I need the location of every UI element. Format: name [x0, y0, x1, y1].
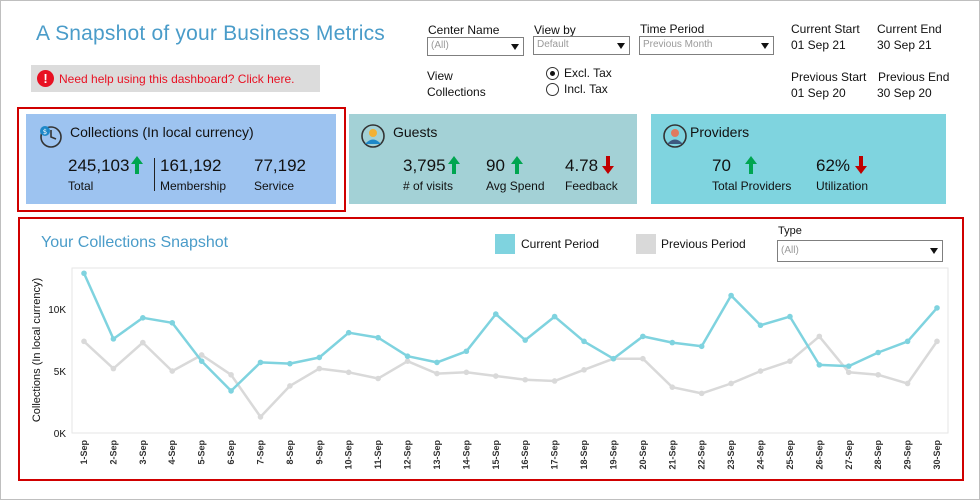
help-link[interactable]: ! Need help using this dashboard? Click …	[31, 65, 320, 92]
arrow-up-icon	[131, 156, 144, 174]
svg-text:$: $	[43, 128, 47, 136]
collections-membership: 161,192 Membership	[160, 156, 226, 193]
divider	[154, 158, 155, 191]
providers-total-label: Total Providers	[712, 179, 792, 193]
guests-feedback: 4.78 Feedback	[565, 156, 618, 193]
collections-membership-label: Membership	[160, 179, 227, 193]
center-name-value: (All)	[431, 40, 449, 51]
providers-card[interactable]: Providers 70 Total Providers 62% Utiliza…	[651, 114, 946, 204]
incl-tax-radio[interactable]: Incl. Tax	[546, 82, 608, 96]
guests-visits: 3,795 # of visits	[403, 156, 460, 193]
providers-total-value: 70	[712, 156, 731, 175]
chevron-down-icon	[617, 43, 625, 49]
guests-spend-value: 90	[486, 156, 505, 175]
collections-card[interactable]: $ Collections (In local currency) 245,10…	[26, 114, 336, 204]
view-by-value: Default	[537, 39, 569, 50]
chart-title: Your Collections Snapshot	[41, 234, 229, 251]
guests-feedback-value: 4.78	[565, 156, 599, 175]
arrow-down-icon	[602, 156, 615, 174]
excl-tax-label: Excl. Tax	[564, 66, 612, 80]
type-label: Type	[778, 225, 802, 237]
coin-clock-icon: $	[40, 126, 62, 148]
current-start-value: 01 Sep 21	[791, 38, 846, 52]
alert-icon: !	[37, 70, 54, 87]
collections-total: 245,103 Total	[68, 156, 144, 193]
radio-unselected-icon	[546, 82, 559, 96]
current-end-label: Current End	[877, 22, 942, 36]
collections-total-value: 245,103	[68, 156, 130, 175]
excl-tax-radio[interactable]: Excl. Tax	[546, 66, 612, 80]
type-value: (All)	[781, 245, 799, 256]
providers-util-value: 62%	[816, 156, 851, 175]
legend-swatch-current	[495, 234, 515, 254]
page-title: A Snapshot of your Business Metrics	[36, 22, 385, 45]
arrow-up-icon	[447, 156, 460, 174]
collections-service-value: 77,192	[254, 156, 306, 175]
view-collections-label-2: Collections	[427, 85, 486, 99]
arrow-down-icon	[855, 156, 868, 174]
center-name-select[interactable]: (All)	[427, 37, 524, 56]
current-start-label: Current Start	[791, 22, 860, 36]
previous-end-value: 30 Sep 20	[877, 86, 932, 100]
radio-selected-icon	[546, 66, 559, 80]
providers-total: 70 Total Providers	[712, 156, 791, 193]
view-collections-label-1: View	[427, 69, 453, 83]
previous-start-value: 01 Sep 20	[791, 86, 846, 100]
guest-icon	[361, 124, 385, 148]
providers-utilization: 62% Utilization	[816, 156, 868, 193]
help-text: Need help using this dashboard? Click he…	[59, 71, 295, 86]
collections-service-label: Service	[254, 179, 295, 193]
collections-membership-value: 161,192	[160, 156, 222, 175]
guests-spend: 90 Avg Spend	[486, 156, 545, 193]
type-select[interactable]: (All)	[777, 240, 943, 262]
chevron-down-icon	[761, 43, 769, 49]
incl-tax-label: Incl. Tax	[564, 82, 608, 96]
arrow-up-icon	[744, 156, 757, 174]
collections-total-label: Total	[68, 179, 94, 193]
current-end-value: 30 Sep 21	[877, 38, 932, 52]
providers-title: Providers	[690, 124, 750, 140]
time-period-label: Time Period	[640, 22, 705, 36]
legend-current-label: Current Period	[521, 237, 600, 251]
previous-end-label: Previous End	[878, 70, 950, 84]
view-by-select[interactable]: Default	[533, 36, 630, 55]
collections-service: 77,192 Service	[254, 156, 306, 193]
previous-start-label: Previous Start	[791, 70, 867, 84]
time-period-select[interactable]: Previous Month	[639, 36, 774, 55]
collections-title: Collections (In local currency)	[70, 124, 254, 140]
guests-card[interactable]: Guests 3,795 # of visits 90 Avg Spend 4.…	[349, 114, 637, 204]
time-period-value: Previous Month	[643, 39, 713, 50]
legend-previous-label: Previous Period	[661, 237, 746, 251]
guests-visits-label: # of visits	[403, 179, 454, 193]
guests-spend-label: Avg Spend	[486, 179, 545, 193]
chevron-down-icon	[511, 44, 519, 50]
chevron-down-icon	[930, 248, 938, 254]
arrow-up-icon	[510, 156, 523, 174]
guests-feedback-label: Feedback	[565, 179, 618, 193]
guests-visits-value: 3,795	[403, 156, 446, 175]
guests-title: Guests	[393, 124, 438, 140]
providers-util-label: Utilization	[816, 179, 869, 193]
center-name-label: Center Name	[428, 23, 500, 37]
provider-icon	[663, 124, 687, 148]
legend-swatch-previous	[636, 234, 656, 254]
